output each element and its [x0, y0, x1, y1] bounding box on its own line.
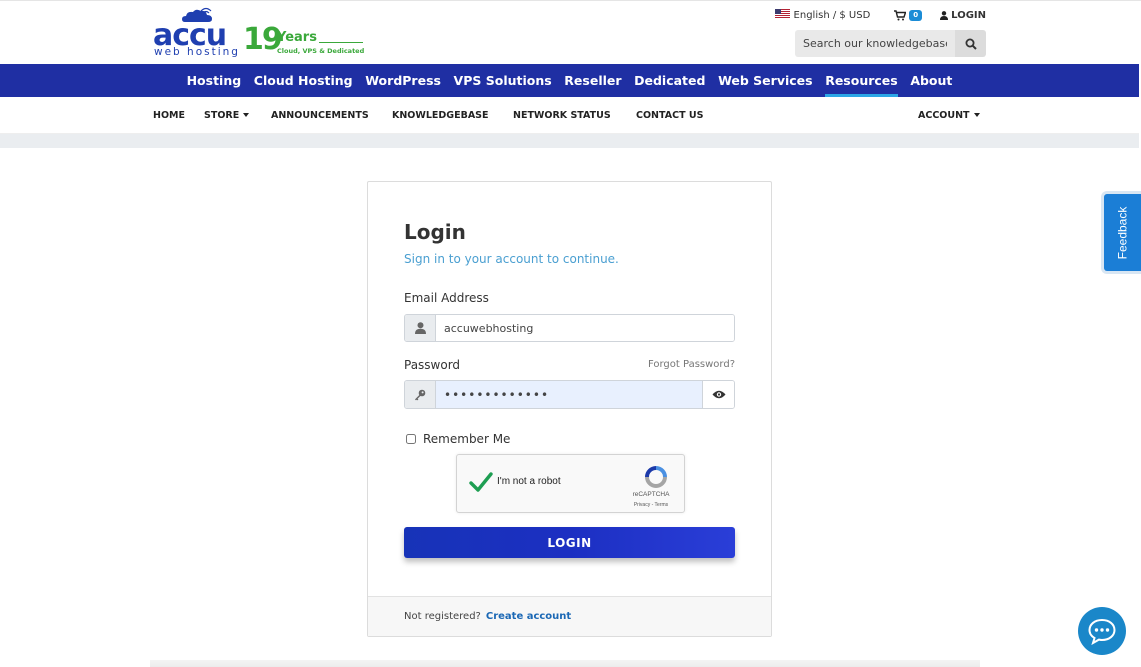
footer-edge [150, 660, 980, 667]
nav-vps-solutions[interactable]: VPS Solutions [447, 64, 558, 97]
feedback-label: Feedback [1115, 206, 1130, 259]
key-icon [415, 389, 426, 400]
subnav-home[interactable]: HOME [153, 97, 185, 134]
subnav-account[interactable]: ACCOUNT [918, 97, 980, 134]
subnav-store-label: STORE [204, 110, 240, 121]
feedback-tab[interactable]: Feedback [1101, 191, 1141, 274]
create-account-link[interactable]: Create account [486, 611, 571, 622]
subnav-knowledgebase[interactable]: KNOWLEDGEBASE [392, 97, 489, 134]
show-password-toggle[interactable] [702, 381, 734, 408]
key-addon [405, 381, 436, 408]
recaptcha-logo-icon [645, 466, 667, 488]
chat-button[interactable] [1078, 607, 1126, 655]
nav-web-services[interactable]: Web Services [712, 64, 819, 97]
caret-down-icon [973, 113, 980, 117]
logo-tagline: web hosting [154, 46, 240, 58]
recaptcha-brand: reCAPTCHA [632, 491, 670, 498]
logo-years-number: 19 [243, 22, 283, 57]
top-header: accu web hosting 19 Years Cloud, VPS & D… [0, 0, 1141, 64]
subnav-network-status[interactable]: NETWORK STATUS [513, 97, 611, 134]
cart-count-badge: 0 [909, 9, 923, 21]
password-input-group [404, 380, 735, 409]
password-label: Password [404, 358, 461, 372]
chat-bubble-icon [1088, 618, 1116, 645]
logo-years-label: Years [277, 30, 317, 45]
remember-me-label: Remember Me [423, 432, 511, 446]
subnav-announcements[interactable]: ANNOUNCEMENTS [271, 97, 369, 134]
search-input[interactable] [795, 30, 955, 57]
remember-me[interactable]: Remember Me [406, 432, 510, 446]
nav-wordpress[interactable]: WordPress [359, 64, 447, 97]
subnav-contact-us[interactable]: CONTACT US [636, 97, 703, 134]
user-icon [940, 10, 949, 20]
forgot-password-link[interactable]: Forgot Password? [648, 359, 735, 370]
top-links: English / $ USD 0 LOGIN [774, 8, 986, 22]
us-flag-icon [774, 9, 790, 18]
nav-reseller[interactable]: Reseller [558, 64, 628, 97]
secondary-nav: HOME STORE ANNOUNCEMENTS KNOWLEDGEBASE N… [0, 97, 1139, 134]
user-addon [405, 315, 436, 341]
email-input-group [404, 314, 735, 342]
logo-divider [319, 42, 363, 43]
remember-me-checkbox[interactable] [406, 434, 416, 444]
top-login-link[interactable]: LOGIN [940, 10, 986, 21]
not-registered-text: Not registered? [404, 611, 481, 622]
caret-down-icon [243, 113, 250, 117]
nav-dedicated[interactable]: Dedicated [628, 64, 712, 97]
login-button[interactable]: LOGIN [404, 527, 735, 558]
recaptcha-terms-link[interactable]: Privacy - Terms [627, 502, 675, 508]
email-label: Email Address [404, 291, 489, 305]
header-divider-band [0, 134, 1139, 148]
top-login-label: LOGIN [951, 9, 986, 21]
recaptcha-checkmark-icon[interactable] [469, 471, 493, 493]
subnav-store[interactable]: STORE [204, 97, 250, 134]
login-card: Login Sign in to your account to continu… [367, 181, 772, 637]
search-icon [965, 38, 977, 50]
email-field[interactable] [436, 315, 734, 341]
password-field[interactable] [436, 381, 702, 408]
cart-link[interactable]: 0 [894, 9, 923, 21]
language-label: English / $ USD [793, 10, 871, 21]
login-subtitle: Sign in to your account to continue. [404, 252, 619, 266]
recaptcha-label: I'm not a robot [497, 476, 561, 487]
search-button[interactable] [955, 30, 986, 57]
knowledgebase-search [795, 30, 986, 57]
nav-cloud-hosting[interactable]: Cloud Hosting [247, 64, 358, 97]
user-icon [414, 322, 426, 334]
subnav-account-label: ACCOUNT [918, 110, 970, 121]
eye-icon [712, 390, 725, 399]
logo[interactable]: accu web hosting 19 Years Cloud, VPS & D… [153, 7, 368, 59]
logo-years-subtitle: Cloud, VPS & Dedicated [277, 47, 365, 55]
login-title: Login [404, 220, 466, 244]
nav-hosting[interactable]: Hosting [180, 64, 247, 97]
nav-resources[interactable]: Resources [819, 64, 904, 97]
recaptcha-widget: I'm not a robot reCAPTCHA Privacy - Term… [456, 454, 685, 513]
login-card-footer: Not registered? Create account [368, 596, 771, 636]
nav-about[interactable]: About [904, 64, 959, 97]
main-nav: Hosting Cloud Hosting WordPress VPS Solu… [0, 64, 1139, 97]
language-currency-selector[interactable]: English / $ USD [774, 9, 871, 21]
cart-icon [894, 9, 907, 20]
